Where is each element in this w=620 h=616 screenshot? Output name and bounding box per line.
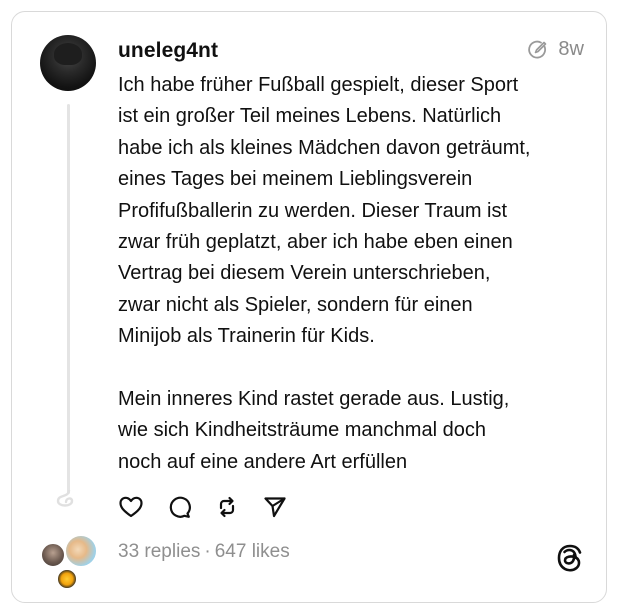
- post-paragraph: Mein inneres Kind rastet gerade aus. Lus…: [118, 388, 510, 473]
- comment-bubble-icon: [169, 496, 191, 518]
- reply-avatar: [56, 568, 78, 590]
- post-stats: 33 replies · 647 likes: [118, 541, 290, 563]
- share-button[interactable]: [262, 494, 288, 520]
- replies-count-link[interactable]: 33 replies: [118, 541, 200, 562]
- post-actions: [118, 494, 288, 520]
- heart-icon: [119, 496, 143, 518]
- reply-avatar: [64, 534, 98, 568]
- author-username[interactable]: uneleg4nt: [118, 39, 218, 63]
- send-icon: [264, 497, 286, 518]
- reply-avatar: [40, 542, 66, 568]
- threads-logo-icon[interactable]: [556, 543, 584, 573]
- post-timestamp: 8w: [558, 38, 584, 60]
- threads-post-card: uneleg4nt 8w Ich habe früher Fußball ges…: [11, 11, 607, 603]
- reply-avatars: [40, 534, 104, 598]
- edited-pencil-icon: [528, 40, 547, 58]
- author-avatar[interactable]: [40, 35, 96, 91]
- thread-curl-icon: [56, 490, 74, 507]
- post-body: Ich habe früher Fußball gespielt, dieser…: [118, 70, 588, 478]
- likes-count-link[interactable]: 647 likes: [215, 541, 290, 562]
- post-meta: 8w: [527, 38, 584, 61]
- stats-separator: ·: [204, 541, 211, 562]
- like-button[interactable]: [118, 494, 144, 520]
- repost-icon: [219, 496, 235, 518]
- post-paragraph: Ich habe früher Fußball gespielt, dieser…: [118, 74, 531, 348]
- reply-button[interactable]: [166, 494, 192, 520]
- thread-line: [67, 104, 70, 494]
- repost-button[interactable]: [214, 494, 240, 520]
